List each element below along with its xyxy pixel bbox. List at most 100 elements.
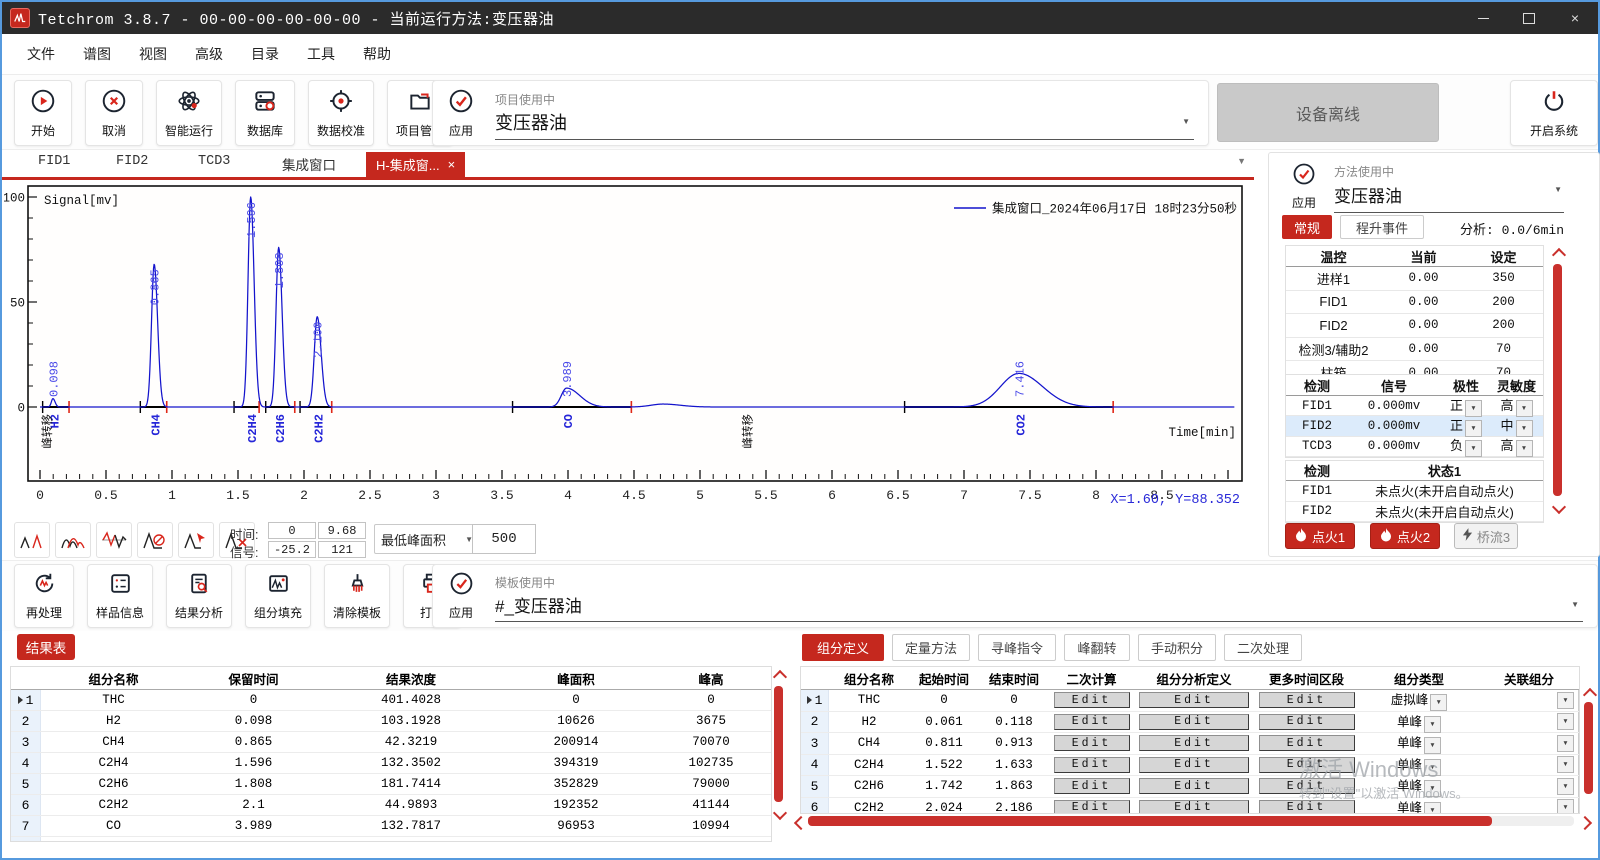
results-scrollbar[interactable] xyxy=(774,686,783,802)
results-row[interactable]: 7CO3.989132.78179695310994 xyxy=(11,816,771,837)
related-component-dropdown[interactable]: ▼ xyxy=(1557,735,1574,752)
component-analysis-edit-button[interactable]: Edit xyxy=(1139,757,1249,773)
polarity-dropdown[interactable]: ▼ xyxy=(1465,440,1482,457)
ignite1-button[interactable]: 点火1 xyxy=(1285,523,1355,549)
tab-peak-flip[interactable]: 峰翻转 xyxy=(1064,634,1130,661)
results-row[interactable]: 1THC0401.402800 xyxy=(11,690,771,711)
detector-table-row[interactable]: FID20.000mv正▼中▼ xyxy=(1286,416,1543,436)
time-from-field[interactable]: 0 xyxy=(268,522,316,539)
defs-hscroll-thumb[interactable] xyxy=(808,816,1492,826)
more-time-ranges-edit-button[interactable]: Edit xyxy=(1259,778,1355,794)
results-row[interactable]: 4C2H41.596132.3502394319102735 xyxy=(11,753,771,774)
reprocess-button[interactable]: 再处理 xyxy=(14,564,74,628)
close-button[interactable]: × xyxy=(1552,2,1598,34)
component-analysis-edit-button[interactable]: Edit xyxy=(1139,735,1249,751)
secondary-calc-edit-button[interactable]: Edit xyxy=(1054,778,1130,794)
signal-from-field[interactable]: -25.2 xyxy=(268,541,316,558)
apply-project-button[interactable]: 应用 xyxy=(433,84,489,142)
temp-table-row[interactable]: 进样10.00350 xyxy=(1286,267,1543,291)
bridge-current-button[interactable]: 桥流3 xyxy=(1454,523,1518,549)
split-peaks-icon[interactable] xyxy=(14,522,50,558)
component-type-dropdown[interactable]: ▼ xyxy=(1424,759,1441,776)
related-component-dropdown[interactable]: ▼ xyxy=(1557,756,1574,773)
apply-template-button[interactable]: 应用 xyxy=(433,568,489,624)
defs-scroll-up-icon[interactable] xyxy=(1583,688,1597,702)
signal-to-field[interactable]: 121 xyxy=(318,541,366,558)
device-offline-button[interactable]: 设备离线 xyxy=(1217,83,1439,142)
secondary-calc-edit-button[interactable]: Edit xyxy=(1054,800,1130,814)
tab-h-integration-active[interactable]: H-集成窗... × xyxy=(366,152,465,177)
data-calibration-button[interactable]: 数据校准 xyxy=(308,80,374,146)
template-select[interactable]: 模板使用中 #_变压器油 ▼ xyxy=(495,574,1583,622)
component-type-dropdown[interactable]: ▼ xyxy=(1424,737,1441,754)
menu-advanced[interactable]: 高级 xyxy=(182,40,236,68)
component-analysis-edit-button[interactable]: Edit xyxy=(1139,692,1249,708)
related-component-dropdown[interactable]: ▼ xyxy=(1557,692,1574,709)
more-time-ranges-edit-button[interactable]: Edit xyxy=(1259,757,1355,773)
tab-quantitation-method[interactable]: 定量方法 xyxy=(892,634,970,661)
secondary-calc-edit-button[interactable]: Edit xyxy=(1054,692,1130,708)
tab-fid2[interactable]: FID2 xyxy=(116,154,148,169)
temp-table-row[interactable]: FID10.00200 xyxy=(1286,291,1543,315)
menu-chromatogram[interactable]: 谱图 xyxy=(70,40,124,68)
tab-secondary-processing[interactable]: 二次处理 xyxy=(1224,634,1302,661)
chevron-down-icon[interactable]: ▼ xyxy=(1554,185,1562,194)
defs-row[interactable]: 1THC00EditEditEdit虚拟峰▼▼ xyxy=(801,690,1579,712)
minimize-button[interactable] xyxy=(1460,2,1506,34)
results-row[interactable]: 6C2H22.144.989319235241144 xyxy=(11,795,771,816)
tab-temp-program-events[interactable]: 程升事件 xyxy=(1340,215,1424,239)
time-to-field[interactable]: 9.68 xyxy=(318,522,366,539)
menu-view[interactable]: 视图 xyxy=(126,40,180,68)
status-table-row[interactable]: FID1未点火(未开启自动点火) xyxy=(1286,481,1543,502)
component-analysis-edit-button[interactable]: Edit xyxy=(1139,778,1249,794)
results-row-partial[interactable]: 8 xyxy=(11,837,771,842)
secondary-calc-edit-button[interactable]: Edit xyxy=(1054,757,1130,773)
results-row[interactable]: 5C2H61.808181.741435282979000 xyxy=(11,774,771,795)
tab-general[interactable]: 常规 xyxy=(1282,215,1332,239)
sample-info-button[interactable]: 样品信息 xyxy=(87,564,153,628)
component-analysis-edit-button[interactable]: Edit xyxy=(1139,800,1249,814)
defs-row[interactable]: 2H20.0610.118EditEditEdit单峰▼▼ xyxy=(801,712,1579,734)
temp-table-row[interactable]: 检测3/辅助20.0070 xyxy=(1286,338,1543,362)
panel-scrollbar[interactable] xyxy=(1553,264,1562,496)
database-button[interactable]: 数据库 xyxy=(235,80,295,146)
more-time-ranges-edit-button[interactable]: Edit xyxy=(1259,692,1355,708)
smart-run-button[interactable]: 智能运行 xyxy=(156,80,222,146)
tab-peak-search[interactable]: 寻峰指令 xyxy=(978,634,1056,661)
more-time-ranges-edit-button[interactable]: Edit xyxy=(1259,735,1355,751)
defs-scroll-right-icon[interactable] xyxy=(1578,816,1592,830)
defs-hscroll-track[interactable] xyxy=(808,816,1574,826)
sensitivity-dropdown[interactable]: ▼ xyxy=(1516,440,1533,457)
defs-row[interactable]: 5C2H61.7421.863EditEditEdit单峰▼▼ xyxy=(801,776,1579,798)
related-component-dropdown[interactable]: ▼ xyxy=(1557,778,1574,795)
related-component-dropdown[interactable]: ▼ xyxy=(1557,799,1574,814)
results-scroll-down-icon[interactable] xyxy=(773,806,787,820)
menu-file[interactable]: 文件 xyxy=(14,40,68,68)
min-peak-area-select[interactable]: 最低峰面积 ▼ xyxy=(374,524,480,554)
component-analysis-edit-button[interactable]: Edit xyxy=(1139,714,1249,730)
menu-directory[interactable]: 目录 xyxy=(238,40,292,68)
start-button[interactable]: 开始 xyxy=(14,80,72,146)
min-peak-area-value-field[interactable]: 500 xyxy=(472,524,536,554)
secondary-calc-edit-button[interactable]: Edit xyxy=(1054,735,1130,751)
tabbar-chevron-down-icon[interactable]: ▼ xyxy=(1237,156,1246,166)
status-table-row[interactable]: FID2未点火(未开启自动点火) xyxy=(1286,502,1543,523)
component-type-dropdown[interactable]: ▼ xyxy=(1424,716,1441,733)
menu-tools[interactable]: 工具 xyxy=(294,40,348,68)
chevron-down-icon[interactable]: ▼ xyxy=(1182,117,1190,126)
ignite2-button[interactable]: 点火2 xyxy=(1370,523,1440,549)
chromatogram-chart[interactable]: Signal[mv]10050000.511.522.533.544.555.5… xyxy=(4,182,1250,516)
tab-manual-integration[interactable]: 手动积分 xyxy=(1138,634,1216,661)
more-time-ranges-edit-button[interactable]: Edit xyxy=(1259,800,1355,814)
merge-peaks-icon[interactable] xyxy=(55,522,91,558)
component-type-dropdown[interactable]: ▼ xyxy=(1424,802,1441,814)
pick-peak-icon[interactable] xyxy=(178,522,214,558)
apply-method-button[interactable]: 应用 xyxy=(1280,160,1328,212)
detector-table-row[interactable]: FID10.000mv正▼高▼ xyxy=(1286,396,1543,416)
menu-help[interactable]: 帮助 xyxy=(350,40,404,68)
temp-table-row[interactable]: FID20.00200 xyxy=(1286,314,1543,338)
chevron-down-icon[interactable]: ▼ xyxy=(1571,600,1579,609)
clear-template-button[interactable]: 清除模板 xyxy=(324,564,390,628)
component-type-dropdown[interactable]: ▼ xyxy=(1430,694,1447,711)
method-select[interactable]: 方法使用中 变压器油 ▼ xyxy=(1334,163,1564,213)
